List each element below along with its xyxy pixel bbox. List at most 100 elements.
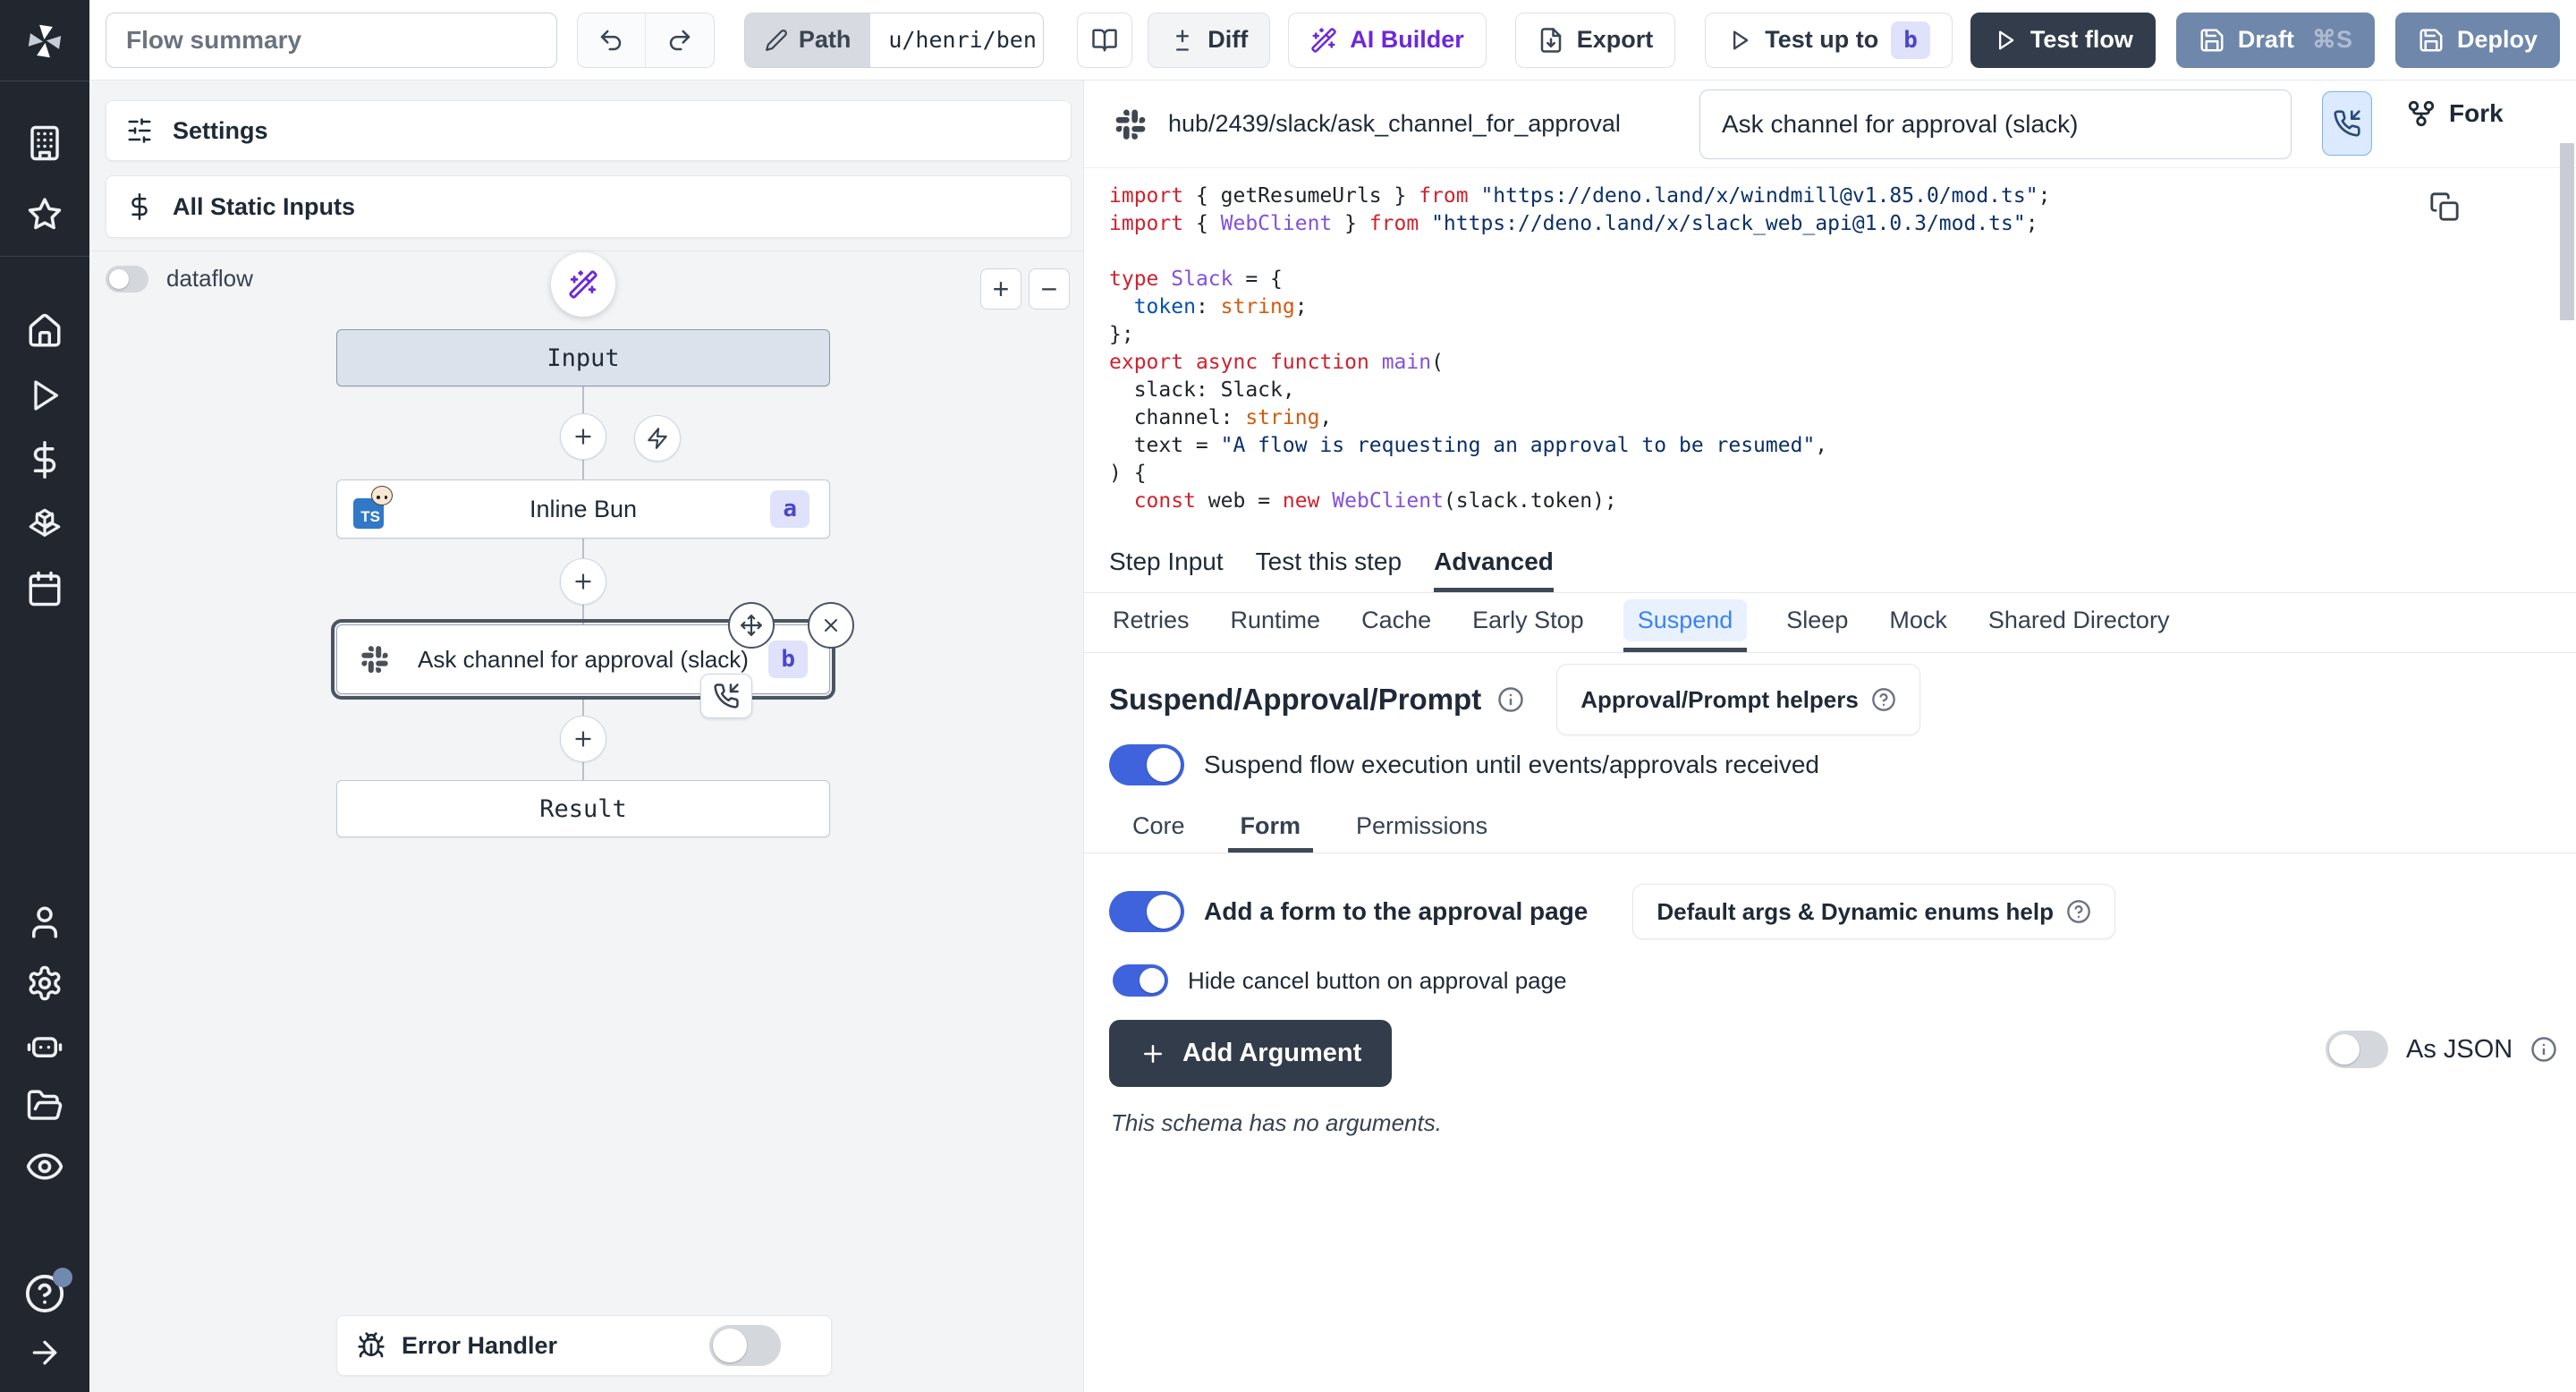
default-args-help-button[interactable]: Default args & Dynamic enums help [1632,884,2115,939]
test-up-to-step-badge: b [1891,21,1930,59]
dollar-icon [126,193,153,220]
flow-graph-pane: Settings All Static Inputs dataflow + − [89,81,1084,1392]
undo-button[interactable] [578,13,646,67]
path-button[interactable]: Path u/henri/ben [744,13,1044,68]
audit-eye-icon[interactable] [25,1147,64,1186]
add-step-button-3[interactable] [560,716,606,762]
step-name-input[interactable] [1699,89,2292,159]
tab-step-input[interactable]: Step Input [1109,535,1224,592]
ai-builder-button[interactable]: AI Builder [1288,13,1487,68]
suspend-flow-toggle[interactable] [1109,744,1184,785]
step-editor-header: hub/2439/slack/ask_channel_for_approval … [1084,81,2576,168]
flow-node-result[interactable]: Result [336,780,830,837]
test-flow-button[interactable]: Test flow [1970,13,2156,68]
tab-retries[interactable]: Retries [1111,593,1191,652]
as-json-label: As JSON [2406,1035,2512,1065]
hide-cancel-label: Hide cancel button on approval page [1188,967,1567,995]
export-file-icon [1538,27,1564,54]
tab-advanced[interactable]: Advanced [1434,535,1554,592]
editor-scrollbar-thumb[interactable] [2560,143,2574,320]
move-step-handle[interactable] [728,602,775,649]
test-up-to-button[interactable]: Test up to b [1705,13,1953,68]
dataflow-toggle-row: dataflow [106,265,253,293]
code-lines: import { getResumeUrls } from "https://d… [1109,182,2576,515]
user-icon[interactable] [26,904,64,941]
copy-code-button[interactable] [2429,191,2460,222]
ai-robot-icon[interactable] [26,1026,64,1064]
draft-button[interactable]: Draft ⌘S [2176,13,2375,68]
diff-button[interactable]: Diff [1148,13,1270,68]
workspace-building-icon[interactable] [26,124,64,162]
variables-dollar-icon[interactable] [26,441,64,479]
app-window: Path u/henri/ben Diff AI Builder Export [0,0,2576,1392]
redo-button[interactable] [646,13,714,67]
zoom-out-button[interactable]: − [1029,268,1070,310]
add-step-button-1[interactable] [560,413,606,460]
phone-incoming-icon [2333,109,2361,138]
flow-settings-row[interactable]: Settings [106,100,1072,161]
book-open-icon [1091,27,1118,54]
code-editor[interactable]: import { getResumeUrls } from "https://d… [1084,168,2576,535]
inline-bun-label: Inline Bun [530,496,637,523]
error-handler-toggle[interactable] [709,1325,781,1366]
tab-sleep[interactable]: Sleep [1784,593,1850,652]
export-button[interactable]: Export [1515,13,1676,68]
flow-summary-input[interactable] [106,13,557,68]
favorites-star-icon[interactable] [26,196,64,233]
as-json-toggle[interactable] [2326,1031,2388,1068]
hide-cancel-toggle[interactable] [1113,964,1168,997]
pencil-icon [765,29,788,52]
question-circle-icon [2066,899,2091,924]
save-icon [2418,27,2445,54]
tab-shared-directory[interactable]: Shared Directory [1987,593,2172,652]
all-static-inputs-row[interactable]: All Static Inputs [106,175,1072,238]
wand-icon [1310,27,1337,54]
tab-cache[interactable]: Cache [1360,593,1433,652]
dataflow-toggle[interactable] [106,266,148,293]
result-node-label: Result [539,795,627,823]
add-step-button-2[interactable] [560,558,606,605]
error-handler-row[interactable]: Error Handler [336,1315,832,1376]
top-toolbar: Path u/henri/ben Diff AI Builder Export [89,0,2576,81]
folders-icon[interactable] [26,1087,64,1125]
home-icon[interactable] [26,312,64,350]
subtab-form[interactable]: Form [1228,803,1314,853]
git-fork-icon [2406,98,2436,129]
tab-test-this-step[interactable]: Test this step [1256,535,1402,592]
flow-node-inline-bun[interactable]: TS Inline Bun a [336,480,830,539]
deploy-button[interactable]: Deploy [2395,13,2560,68]
add-trigger-button[interactable] [634,415,681,462]
flow-node-approval-selected[interactable]: Ask channel for approval (slack) b [336,624,830,694]
subtab-permissions[interactable]: Permissions [1343,803,1500,853]
expand-arrow-icon[interactable] [27,1335,63,1371]
slack-icon [1113,106,1148,142]
delete-step-button[interactable] [808,602,854,649]
add-form-toggle[interactable] [1109,891,1184,932]
tab-suspend[interactable]: Suspend [1623,593,1748,652]
approval-prompt-helpers-button[interactable]: Approval/Prompt helpers [1556,664,1920,735]
runs-play-icon[interactable] [27,378,63,413]
tab-early-stop[interactable]: Early Stop [1470,593,1586,652]
diff-label: Diff [1208,26,1248,54]
schedules-calendar-icon[interactable] [26,570,64,607]
ai-flow-wand-button[interactable] [551,252,615,317]
resources-boxes-icon[interactable] [26,505,64,543]
settings-gear-icon[interactable] [26,964,64,1002]
suspend-approval-indicator-button[interactable] [2322,91,2372,156]
suspend-phone-badge[interactable] [700,674,752,718]
windmill-logo-icon[interactable] [24,21,65,62]
flow-node-input[interactable]: Input [336,329,830,386]
subtab-core[interactable]: Core [1120,803,1198,853]
tab-mock[interactable]: Mock [1887,593,1949,652]
add-form-toggle-row: Add a form to the approval page Default … [1109,884,2115,939]
zoom-in-button[interactable]: + [980,268,1021,310]
plus-icon [572,570,595,593]
tab-runtime[interactable]: Runtime [1229,593,1323,652]
fork-button[interactable]: Fork [2406,98,2504,129]
path-label: Path [799,26,852,54]
help-circle-icon[interactable] [24,1273,65,1314]
add-argument-button[interactable]: Add Argument [1109,1020,1392,1087]
clipboard-icon [2429,191,2460,222]
book-button[interactable] [1077,13,1132,68]
move-icon [740,614,763,637]
